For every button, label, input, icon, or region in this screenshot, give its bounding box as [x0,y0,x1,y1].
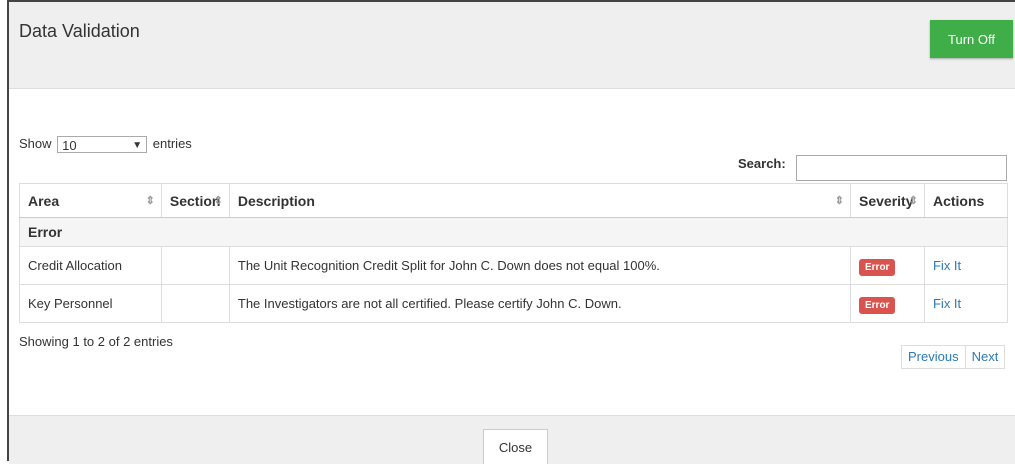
dialog-title: Data Validation [19,21,140,41]
severity-badge: Error [859,297,896,314]
cell-section [160,284,230,323]
cell-area: Credit Allocation [19,246,162,285]
search-label: Search: [738,156,786,171]
close-button[interactable]: Close [483,429,548,464]
fix-it-link[interactable]: Fix It [933,258,961,273]
dialog-header: Data Validation Turn Off [9,2,1015,89]
show-label: Show [19,136,52,151]
sort-icon: ⇕ [145,195,155,207]
search-input[interactable] [796,155,1007,181]
cell-actions: Fix It [923,284,1009,323]
cell-area: Key Personnel [19,284,162,323]
table-row: Key Personnel The Investigators are not … [19,284,1009,323]
entries-per-page-select[interactable]: 10 ▼ [57,136,148,154]
table-info: Showing 1 to 2 of 2 entries [19,334,173,349]
sort-icon: ⇕ [908,195,918,207]
table-header-row: Area ⇕ Section ⇕ Description ⇕ Severity … [19,183,1009,218]
column-header-section[interactable]: Section ⇕ [160,183,230,218]
chevron-down-icon: ▼ [132,140,143,152]
cell-description: The Investigators are not all certified.… [228,284,852,323]
dialog-footer: Close [9,415,1015,464]
next-button[interactable]: Next [965,345,1006,369]
cell-description: The Unit Recognition Credit Split for Jo… [228,246,852,285]
sort-icon: ⇕ [213,195,223,207]
table-row: Credit Allocation The Unit Recognition C… [19,246,1009,285]
cell-actions: Fix It [923,246,1009,285]
column-header-actions: Actions [923,183,1009,218]
sort-icon: ⇕ [834,195,844,207]
previous-button[interactable]: Previous [901,345,966,369]
pagination: Previous Next [901,345,1006,369]
column-header-area[interactable]: Area ⇕ [19,183,162,218]
fix-it-link[interactable]: Fix It [933,296,961,311]
group-row: Error [19,217,1008,247]
turn-off-button[interactable]: Turn Off [930,20,1013,58]
group-label: Error [19,217,1008,247]
cell-severity: Error [850,246,925,285]
column-header-severity[interactable]: Severity ⇕ [850,183,925,218]
cell-severity: Error [850,284,925,323]
severity-badge: Error [859,259,896,276]
cell-section [160,246,230,285]
data-validation-dialog: Data Validation Turn Off Show 10 ▼ entri… [7,0,1015,464]
entries-per-page-value: 10 [62,138,77,154]
entries-label: entries [152,136,192,151]
column-header-description[interactable]: Description ⇕ [228,183,852,218]
validation-table: Area ⇕ Section ⇕ Description ⇕ Severity … [19,183,1009,323]
length-control: Show 10 ▼ entries [19,136,192,154]
